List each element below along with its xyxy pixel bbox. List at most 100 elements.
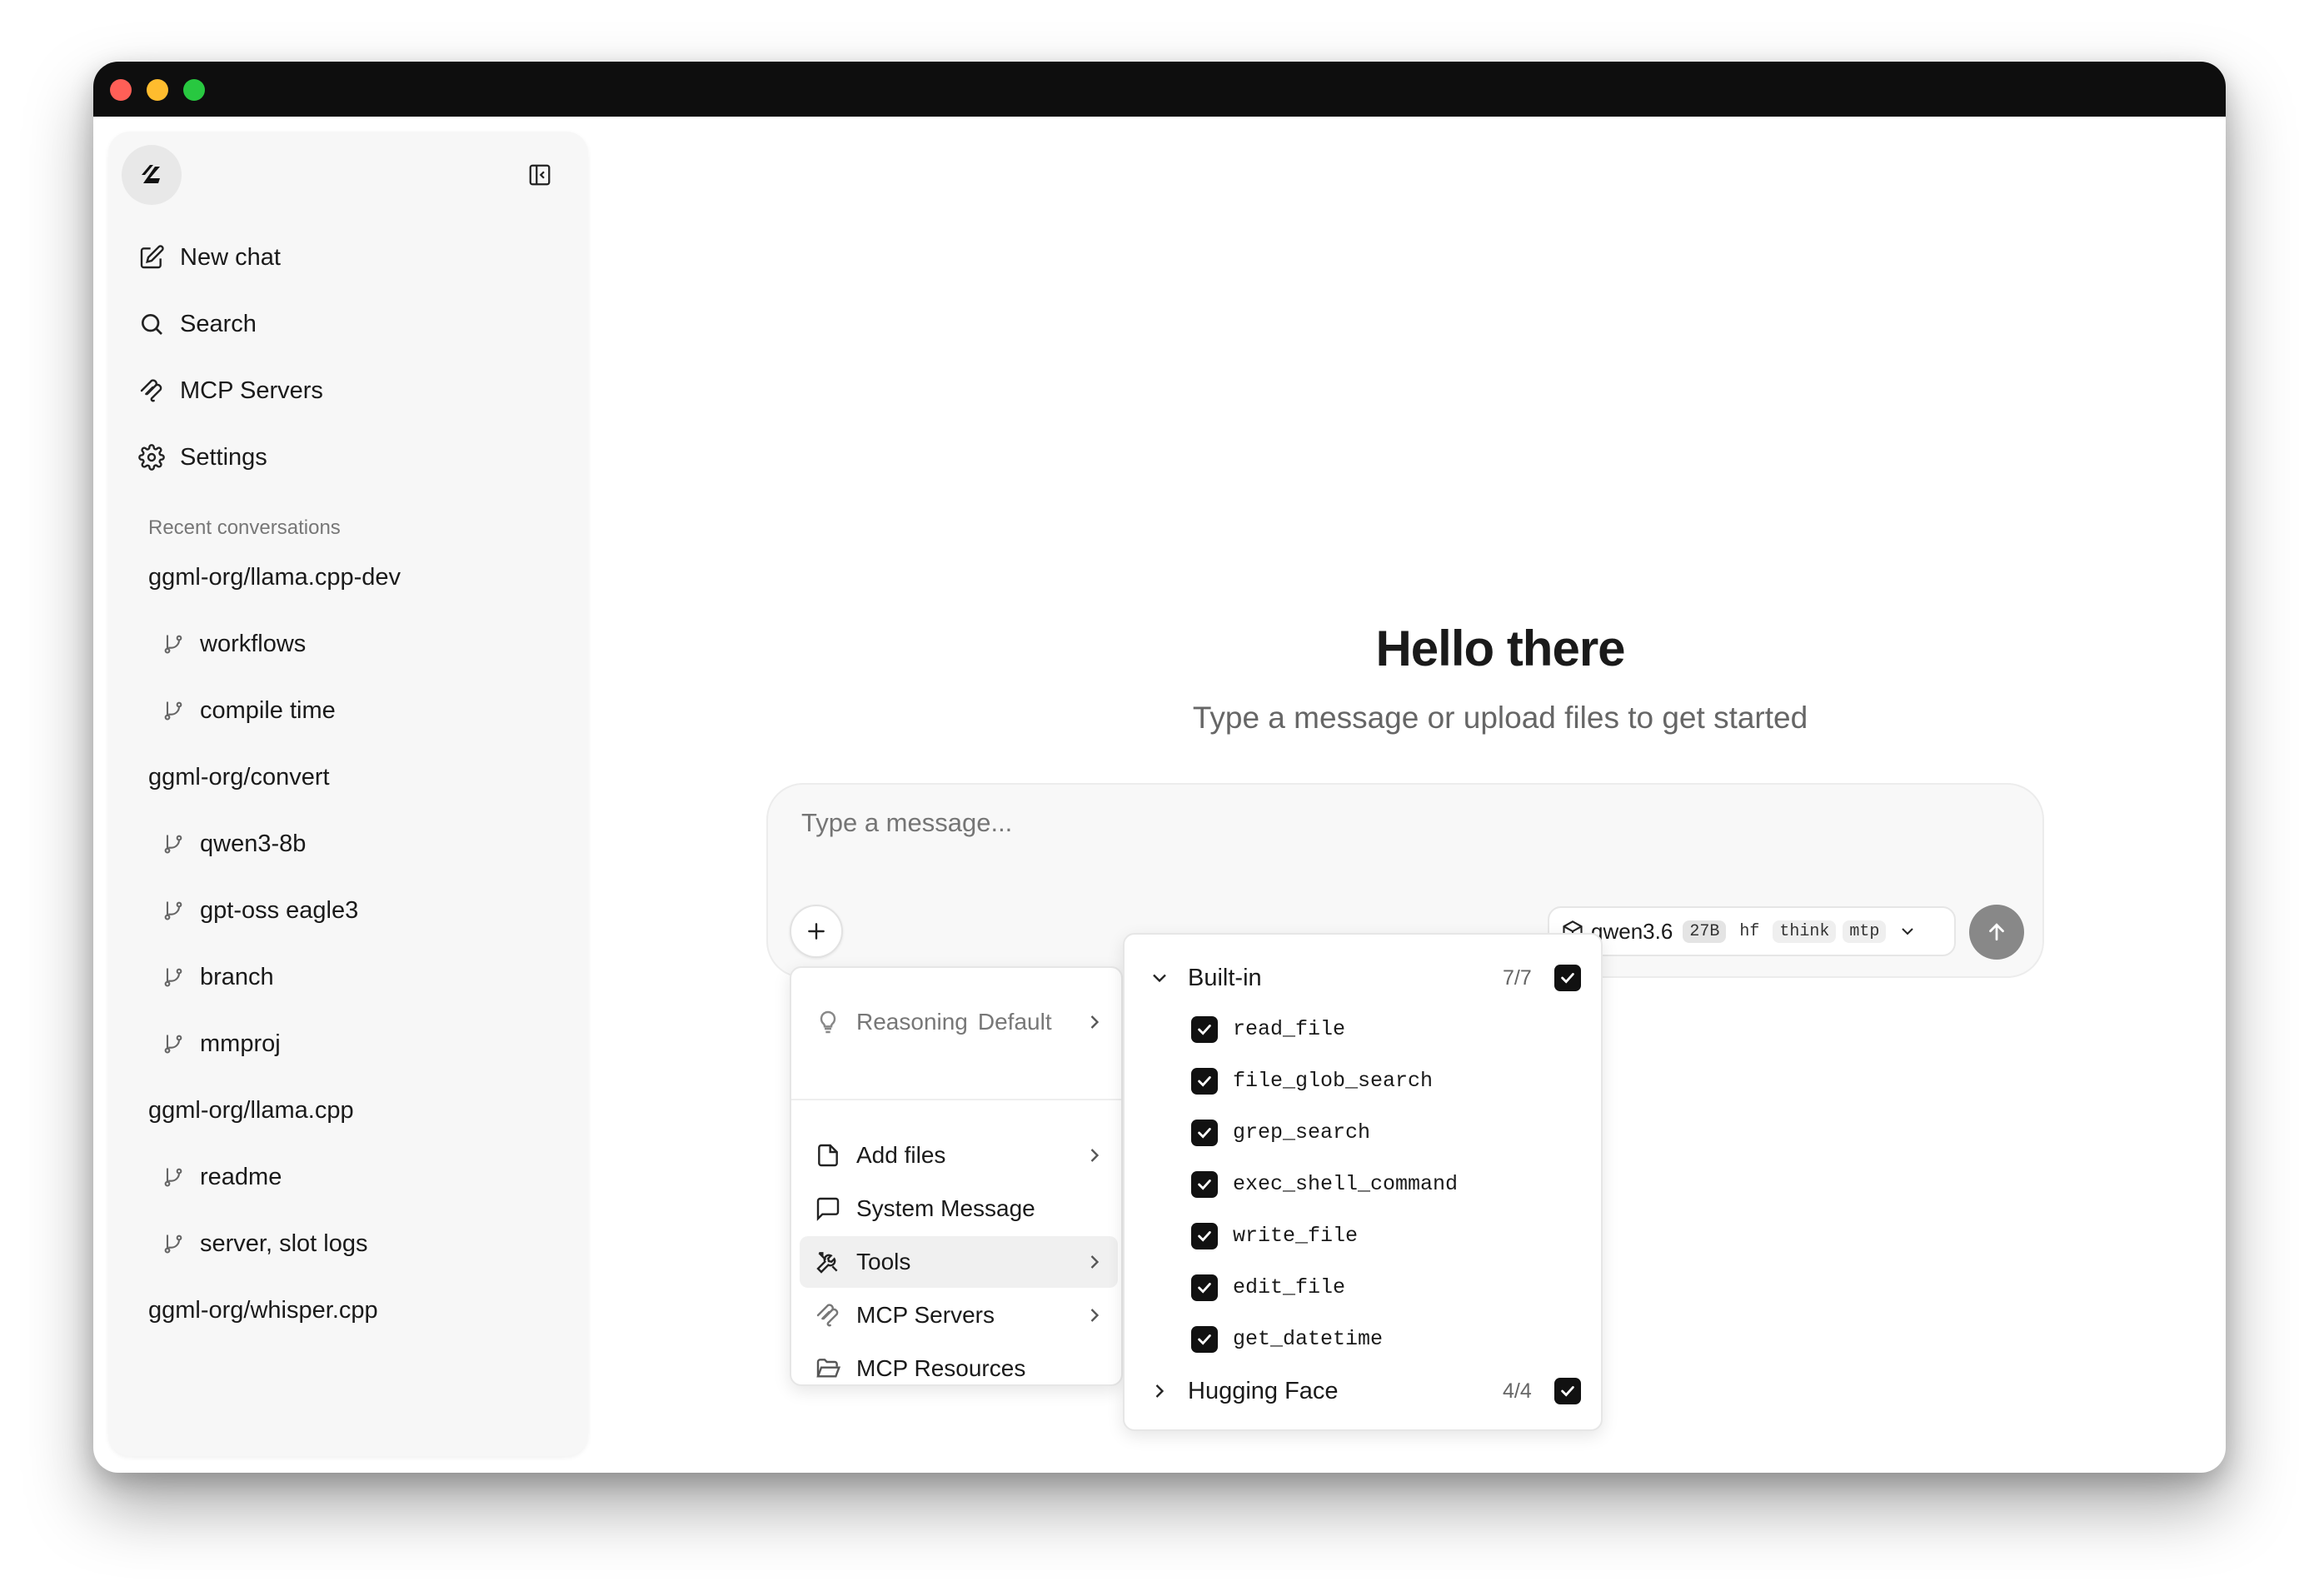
reasoning-value: Default <box>977 1009 1052 1035</box>
git-branch-icon <box>164 1035 182 1054</box>
tool-group-name: Built-in <box>1188 964 1262 991</box>
welcome-subtitle: Type a message or upload files to get st… <box>1192 701 1808 735</box>
minimize-window-button[interactable] <box>147 79 168 101</box>
git-branch-icon <box>164 635 182 654</box>
check-icon <box>1198 1025 1211 1035</box>
mcp-icon <box>816 1304 839 1327</box>
nav-settings[interactable]: Settings <box>138 436 267 478</box>
tool-group-built-in[interactable]: Built-in 7/7 <box>1125 955 1601 1001</box>
menu-item-tools[interactable]: Tools <box>800 1236 1118 1288</box>
welcome-title: Hello there <box>1375 621 1625 676</box>
message-input[interactable] <box>801 808 1634 838</box>
arrow-up-icon <box>1989 923 2004 941</box>
recent-conversations-heading: Recent conversations <box>148 516 341 539</box>
tool-checkbox[interactable] <box>1191 1171 1218 1198</box>
menu-item-mcp-servers[interactable]: MCP Servers <box>800 1289 1118 1341</box>
chevron-down-icon <box>1902 928 1914 935</box>
model-tag-source: hf <box>1739 921 1760 941</box>
mcp-icon <box>140 379 162 402</box>
close-window-button[interactable] <box>110 79 132 101</box>
tool-group-checkbox[interactable] <box>1554 1378 1581 1404</box>
conversation-item[interactable]: branch <box>162 956 274 998</box>
git-branch-icon <box>164 1234 182 1254</box>
conversation-item[interactable]: server, slot logs <box>162 1223 367 1264</box>
conversation-item[interactable]: ggml-org/llama.cpp-dev <box>148 556 401 598</box>
llama-logo-icon <box>142 165 160 183</box>
nav-mcp-servers[interactable]: MCP Servers <box>138 370 323 411</box>
tool-group-hugging-face[interactable]: Hugging Face 4/4 <box>1125 1368 1601 1414</box>
tool-checkbox[interactable] <box>1191 1068 1218 1095</box>
tool-name: get_datetime <box>1233 1327 1384 1351</box>
tool-item[interactable]: grep_search <box>1125 1110 1601 1156</box>
tool-group-checkbox[interactable] <box>1554 965 1581 991</box>
nav-search[interactable]: Search <box>138 303 257 345</box>
tool-item[interactable]: edit_file <box>1125 1264 1601 1311</box>
conversation-item[interactable]: ggml-org/convert <box>148 756 330 798</box>
maximize-window-button[interactable] <box>183 79 205 101</box>
tool-checkbox[interactable] <box>1191 1016 1218 1043</box>
app-logo[interactable] <box>122 145 182 205</box>
conversation-item[interactable]: ggml-org/whisper.cpp <box>148 1289 378 1331</box>
collapse-sidebar-button[interactable] <box>526 162 553 188</box>
tool-item[interactable]: exec_shell_command <box>1125 1161 1601 1208</box>
tool-name: grep_search <box>1233 1120 1371 1145</box>
conversation-item[interactable]: mmproj <box>162 1023 281 1065</box>
folder-open-icon <box>816 1359 841 1378</box>
model-tag-size: 27B <box>1683 920 1727 943</box>
menu-item-add-files[interactable]: Add files <box>800 1130 1118 1181</box>
menu-divider <box>791 1099 1121 1100</box>
conversation-label: ggml-org/llama.cpp <box>148 1096 354 1124</box>
conversation-label: ggml-org/whisper.cpp <box>148 1296 378 1324</box>
menu-item-reasoning[interactable]: Reasoning Default <box>800 996 1118 1048</box>
git-branch-icon <box>164 901 182 920</box>
tool-item[interactable]: write_file <box>1125 1213 1601 1259</box>
conversation-item[interactable]: readme <box>162 1156 282 1198</box>
chevron-down-icon <box>1153 974 1166 983</box>
nav-new-chat[interactable]: New chat <box>138 237 281 278</box>
conversation-item[interactable]: ggml-org/llama.cpp <box>148 1090 354 1131</box>
tool-checkbox[interactable] <box>1191 1326 1218 1353</box>
send-button[interactable] <box>1969 905 2024 960</box>
menu-item-tools-label: Tools <box>856 1249 911 1274</box>
sidebar: New chat Search MCP Servers Settings Rec… <box>108 132 588 1456</box>
tool-checkbox[interactable] <box>1191 1223 1218 1249</box>
conversation-item[interactable]: gpt-oss eagle3 <box>162 890 358 931</box>
menu-item-add-files-label: Add files <box>856 1142 946 1168</box>
file-icon <box>818 1144 838 1167</box>
model-tag-mtp: mtp <box>1843 920 1887 943</box>
app-window: New chat Search MCP Servers Settings Rec… <box>93 62 2226 1473</box>
attach-menu: Reasoning Default Add files System Messa… <box>790 966 1123 1386</box>
attach-menu-button[interactable] <box>790 905 843 958</box>
git-branch-icon <box>164 968 182 987</box>
model-tag-think: think <box>1773 920 1837 943</box>
tools-panel: Built-in 7/7 read_file file_glob_searchgr… <box>1123 933 1603 1431</box>
check-icon <box>1198 1128 1211 1139</box>
tool-item[interactable]: get_datetime <box>1125 1316 1601 1363</box>
conversation-label: qwen3-8b <box>200 830 307 857</box>
conversation-label: readme <box>200 1163 282 1190</box>
check-icon <box>1198 1076 1211 1087</box>
tool-checkbox[interactable] <box>1191 1120 1218 1146</box>
chevron-right-icon <box>1090 1309 1100 1322</box>
conversation-label: compile time <box>200 696 336 724</box>
tool-checkbox[interactable] <box>1191 1274 1218 1301</box>
menu-item-mcp-resources[interactable]: MCP Resources <box>800 1343 1118 1394</box>
search-icon <box>142 314 162 335</box>
reasoning-label: Reasoning <box>856 1009 968 1035</box>
model-name: qwen3.6 <box>1591 918 1673 944</box>
conversation-label: branch <box>200 963 274 990</box>
tool-group-count: 4/4 <box>1503 1379 1532 1403</box>
menu-item-mcp-servers-label: MCP Servers <box>856 1302 995 1328</box>
plus-icon <box>808 923 825 940</box>
menu-item-system-message[interactable]: System Message <box>800 1183 1118 1234</box>
conversation-label: ggml-org/llama.cpp-dev <box>148 563 401 591</box>
conversation-item[interactable]: qwen3-8b <box>162 823 306 865</box>
conversation-item[interactable]: workflows <box>162 623 306 665</box>
model-selector[interactable]: qwen3.6 27B hf think mtp <box>1548 906 1956 956</box>
tool-group-count: 7/7 <box>1503 965 1532 990</box>
tool-name: file_glob_search <box>1233 1069 1434 1093</box>
conversation-item[interactable]: compile time <box>162 690 336 731</box>
tool-item[interactable]: read_file <box>1125 1006 1601 1053</box>
check-icon <box>1198 1180 1211 1190</box>
tool-item[interactable]: file_glob_search <box>1125 1058 1601 1105</box>
